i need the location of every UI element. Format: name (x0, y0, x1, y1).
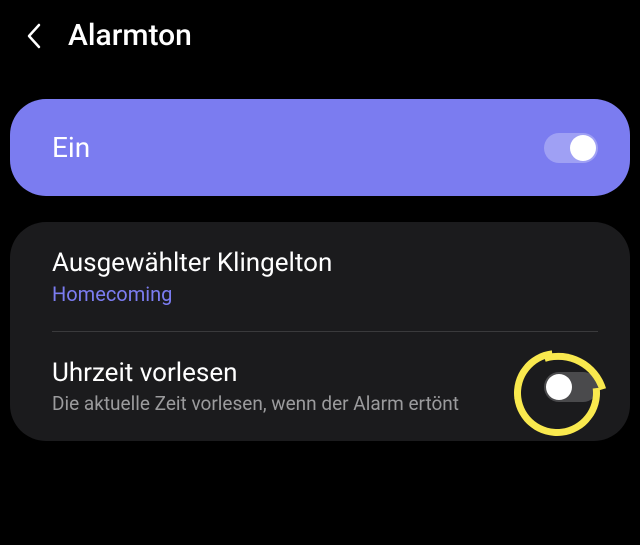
page-title: Alarmton (68, 18, 192, 53)
read-time-toggle-switch[interactable] (544, 372, 598, 402)
read-time-row[interactable]: Uhrzeit vorlesen Die aktuelle Zeit vorle… (10, 332, 630, 441)
ringtone-value: Homecoming (52, 282, 598, 306)
back-icon[interactable] (22, 24, 46, 48)
toggle-thumb (570, 135, 596, 161)
header-bar: Alarmton (0, 0, 640, 81)
ringtone-text: Ausgewählter Klingelton Homecoming (52, 248, 598, 306)
read-time-title: Uhrzeit vorlesen (52, 358, 544, 388)
toggle-thumb (546, 374, 572, 400)
ringtone-row[interactable]: Ausgewählter Klingelton Homecoming (10, 222, 630, 332)
settings-card: Ausgewählter Klingelton Homecoming Uhrze… (10, 222, 630, 441)
ringtone-title: Ausgewählter Klingelton (52, 248, 598, 278)
master-toggle-switch[interactable] (544, 133, 598, 163)
read-time-subtitle: Die aktuelle Zeit vorlesen, wenn der Ala… (52, 392, 544, 415)
master-toggle-label: Ein (52, 131, 90, 164)
alarm-sound-master-toggle-card[interactable]: Ein (10, 99, 630, 196)
read-time-text: Uhrzeit vorlesen Die aktuelle Zeit vorle… (52, 358, 544, 415)
